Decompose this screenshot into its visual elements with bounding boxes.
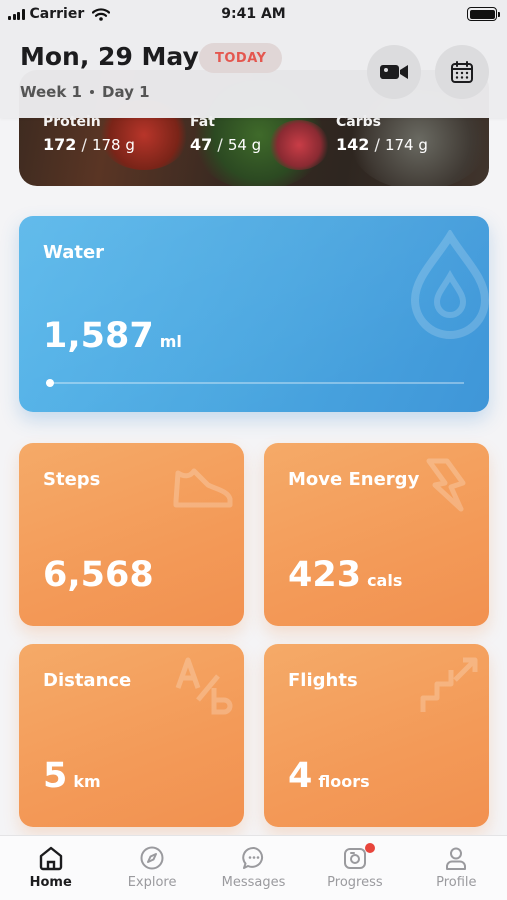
- distance-card[interactable]: Distance 5 km: [19, 644, 244, 827]
- distance-value: 5: [43, 756, 68, 796]
- macro-carbs: Carbs 142 / 174 g: [336, 114, 428, 154]
- calendar-icon: [451, 61, 473, 83]
- shoe-icon: [173, 468, 233, 508]
- steps-card[interactable]: Steps 6,568: [19, 443, 244, 626]
- tab-progress[interactable]: Progress: [304, 836, 405, 900]
- move-energy-value: 423: [288, 555, 362, 595]
- a-to-b-icon: [175, 657, 233, 715]
- notification-badge: [365, 843, 376, 853]
- macro-goal: 174 g: [384, 136, 428, 154]
- water-card[interactable]: Water 1,587 ml: [19, 216, 489, 412]
- water-value: 1,587: [43, 316, 154, 356]
- video-camera-icon: [380, 65, 408, 79]
- tab-label: Explore: [127, 875, 177, 890]
- week-label: Week 1: [20, 83, 82, 101]
- lightning-icon: [426, 458, 466, 512]
- stairs-icon: [420, 657, 478, 712]
- macro-goal: 54 g: [227, 136, 262, 154]
- tab-label: Progress: [327, 875, 383, 890]
- water-amount: 1,587 ml: [43, 316, 182, 356]
- flights-amount: 4 floors: [288, 756, 370, 796]
- macro-goal: 178 g: [91, 136, 135, 154]
- progress-camera-icon: [343, 848, 366, 869]
- tab-bar: Home Explore Messages Progress Profile: [0, 835, 507, 900]
- page-title: Mon, 29 May: [20, 42, 199, 71]
- tab-profile[interactable]: Profile: [406, 836, 507, 900]
- flights-unit: floors: [318, 772, 370, 791]
- compass-icon: [140, 846, 164, 870]
- carrier-name: Carrier: [29, 6, 85, 22]
- move-energy-unit: cals: [367, 571, 403, 590]
- move-energy-card[interactable]: Move Energy 423 cals: [264, 443, 489, 626]
- distance-title: Distance: [43, 670, 132, 691]
- water-progress-track: [46, 379, 464, 387]
- video-button[interactable]: [367, 45, 421, 99]
- water-drop-icon: [410, 230, 489, 339]
- distance-unit: km: [73, 772, 101, 791]
- move-energy-amount: 423 cals: [288, 555, 402, 595]
- macro-protein: Protein 172 / 178 g: [43, 114, 135, 154]
- macro-value: 47: [190, 135, 213, 154]
- flights-value: 4: [288, 756, 313, 796]
- water-unit: ml: [159, 332, 182, 351]
- macro-value: 142: [336, 135, 370, 154]
- tab-label: Home: [29, 875, 72, 890]
- chat-bubble-icon: [241, 846, 263, 869]
- flights-title: Flights: [288, 670, 358, 691]
- tab-label: Messages: [221, 875, 286, 890]
- separator-dot: [90, 90, 94, 94]
- steps-amount: 6,568: [43, 555, 154, 595]
- tab-messages[interactable]: Messages: [203, 836, 304, 900]
- status-bar: Carrier 9:41 AM: [0, 0, 507, 28]
- wifi-icon: [92, 7, 111, 21]
- calendar-button[interactable]: [435, 45, 489, 99]
- tab-home[interactable]: Home: [0, 836, 101, 900]
- week-day-subtitle: Week 1 Day 1: [20, 83, 150, 101]
- macro-fat: Fat 47 / 54 g: [190, 114, 262, 154]
- tab-label: Profile: [436, 875, 477, 890]
- distance-amount: 5 km: [43, 756, 101, 796]
- move-energy-title: Move Energy: [288, 469, 420, 490]
- tab-explore[interactable]: Explore: [101, 836, 202, 900]
- battery-icon: [467, 7, 500, 21]
- steps-title: Steps: [43, 469, 101, 490]
- macro-value: 172: [43, 135, 77, 154]
- person-icon: [446, 847, 467, 870]
- cellular-signal-icon: [8, 8, 25, 20]
- day-label: Day 1: [102, 83, 150, 101]
- today-badge[interactable]: TODAY: [199, 43, 283, 73]
- home-icon: [39, 846, 62, 871]
- water-title: Water: [43, 242, 105, 263]
- steps-value: 6,568: [43, 555, 154, 595]
- food-photo-radish: [269, 120, 329, 170]
- flights-card[interactable]: Flights 4 floors: [264, 644, 489, 827]
